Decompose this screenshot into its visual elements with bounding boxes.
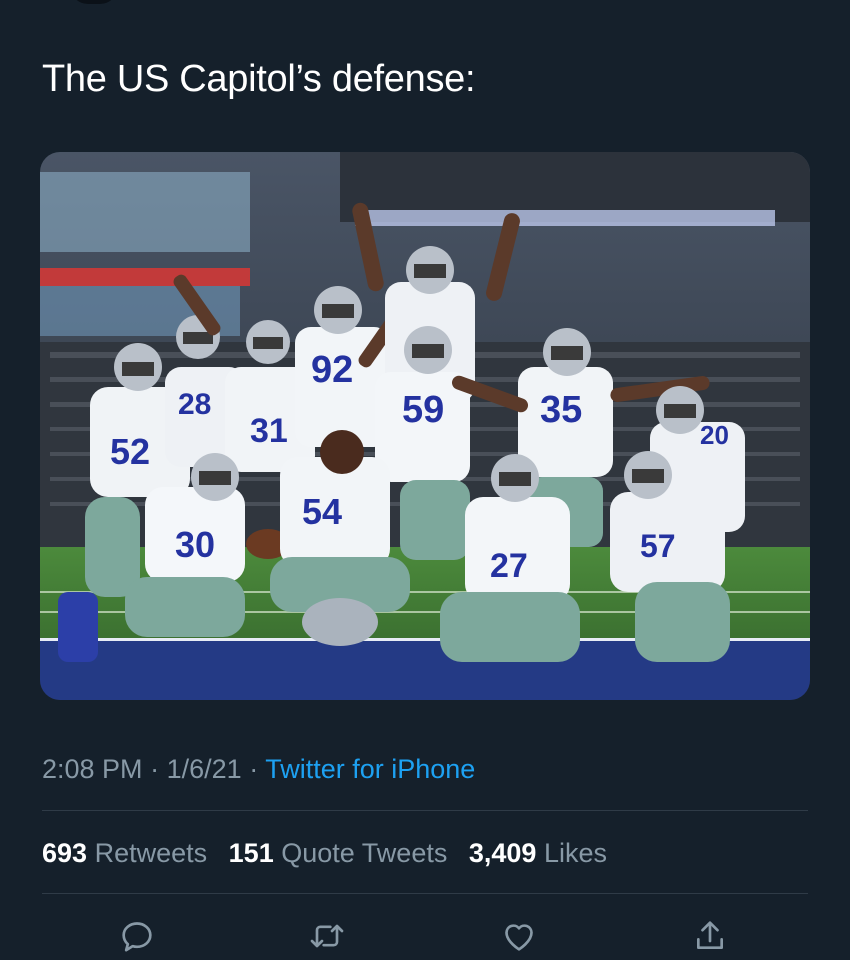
avatar[interactable] <box>70 0 118 4</box>
share-icon <box>697 921 723 949</box>
retweets-stat[interactable]: 693 Retweets <box>42 838 207 868</box>
separator: · <box>249 754 259 784</box>
tweet-photo[interactable]: 92 59 35 31 28 52 20 54 30 27 57 <box>40 152 810 700</box>
retweet-icon <box>310 924 344 948</box>
jersey-number-35: 35 <box>540 389 582 431</box>
jersey-number-52: 52 <box>110 431 150 472</box>
jersey-number-54: 54 <box>302 491 342 532</box>
divider <box>42 893 808 894</box>
share-button[interactable] <box>688 916 732 960</box>
likes-stat[interactable]: 3,409 Likes <box>469 838 607 868</box>
jersey-number-30: 30 <box>175 524 215 565</box>
jersey-number-31: 31 <box>250 412 288 450</box>
tweet-stats: 693 Retweets 151 Quote Tweets 3,409 Like… <box>42 836 621 870</box>
likes-count: 3,409 <box>468 838 537 868</box>
jersey-number-57: 57 <box>640 528 676 564</box>
team-photo-illustration: 92 59 35 31 28 52 20 54 30 27 57 <box>40 152 810 700</box>
tweet-detail-page: The US Capitol’s defense: 92 59 35 31 28… <box>0 0 850 960</box>
tweet-date: 1/6/21 <box>166 754 242 784</box>
reply-button[interactable] <box>115 916 159 960</box>
retweet-button[interactable] <box>305 916 349 960</box>
likes-label: Likes <box>543 838 607 868</box>
quote-tweets-label: Quote Tweets <box>281 838 448 868</box>
jersey-number-59: 59 <box>402 389 444 431</box>
tweet-action-bar <box>0 912 850 960</box>
jersey-number-28: 28 <box>178 388 211 421</box>
quote-tweets-count: 151 <box>228 838 274 868</box>
tweet-time: 2:08 PM <box>42 754 143 784</box>
like-icon <box>505 924 533 951</box>
separator: · <box>150 754 160 784</box>
tweet-source-link[interactable]: Twitter for iPhone <box>265 754 475 784</box>
jersey-number-27: 27 <box>490 547 528 585</box>
jersey-number-92: 92 <box>311 349 353 391</box>
quote-tweets-stat[interactable]: 151 Quote Tweets <box>229 838 448 868</box>
tweet-text: The US Capitol’s defense: <box>42 58 476 100</box>
like-button[interactable] <box>497 916 541 960</box>
jersey-number-20: 20 <box>700 420 729 450</box>
retweets-label: Retweets <box>94 838 208 868</box>
tweet-metadata: 2:08 PM · 1/6/21 · Twitter for iPhone <box>42 752 475 786</box>
retweets-count: 693 <box>42 838 88 868</box>
reply-icon <box>122 922 152 952</box>
divider <box>42 810 808 811</box>
